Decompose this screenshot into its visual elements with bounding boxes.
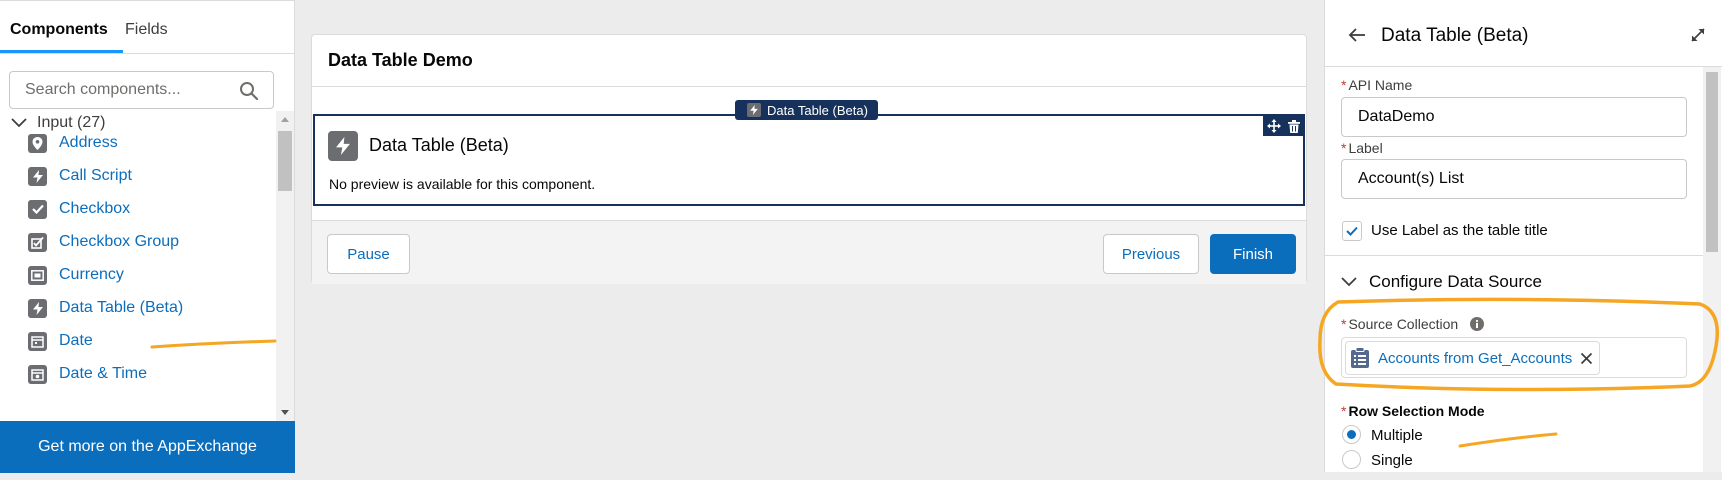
list-item-call-script[interactable]: Call Script: [28, 163, 132, 189]
list-item-data-table[interactable]: Data Table (Beta): [28, 295, 183, 321]
collection-icon: [1351, 347, 1369, 368]
lightning-icon: [28, 166, 47, 186]
previous-button[interactable]: Previous: [1103, 234, 1199, 274]
search-input[interactable]: [10, 72, 220, 108]
active-tab-indicator: [0, 50, 123, 53]
component-palette: Components Fields Input (27) Address: [0, 0, 295, 473]
screen-canvas: Data Table Demo Data Table (Beta) Data T…: [311, 34, 1307, 284]
source-collection-label: * Source Collection: [1341, 316, 1485, 332]
radio-single-label: Single: [1371, 452, 1413, 469]
divider: [312, 86, 1306, 87]
move-icon[interactable]: [1266, 119, 1281, 133]
configure-data-source-section[interactable]: Configure Data Source: [1341, 272, 1542, 292]
location-pin-icon: [28, 133, 47, 153]
list-item-date-time[interactable]: Date & Time: [28, 361, 147, 387]
component-list: Input (27) Address Call Script Checkbox …: [0, 111, 276, 421]
list-item-currency[interactable]: Currency: [28, 262, 124, 288]
info-icon[interactable]: [1470, 317, 1485, 331]
api-name-label: * API Name: [1341, 77, 1413, 93]
panel-header: Data Table (Beta): [1325, 0, 1722, 67]
currency-icon: [28, 265, 47, 285]
check-icon: [1346, 226, 1358, 236]
list-item-checkbox-group[interactable]: Checkbox Group: [28, 229, 179, 255]
pause-button[interactable]: Pause: [327, 234, 410, 274]
scroll-down-icon[interactable]: [276, 408, 294, 418]
tab-components[interactable]: Components: [10, 21, 108, 39]
finish-button[interactable]: Finish: [1210, 234, 1296, 274]
screen-footer: Pause Previous Finish: [312, 221, 1306, 284]
lightning-icon: [28, 298, 47, 318]
panel-title: Data Table (Beta): [1381, 25, 1529, 46]
screen-title: Data Table Demo: [328, 50, 473, 70]
radio-multiple-label: Multiple: [1371, 427, 1423, 444]
search-icon[interactable]: [239, 81, 259, 101]
label-label: * Label: [1341, 140, 1383, 156]
component-type-tag: Data Table (Beta): [735, 100, 878, 120]
scroll-up-icon[interactable]: [276, 114, 294, 124]
component-search: [9, 71, 274, 109]
component-toolbar: [1263, 116, 1303, 136]
list-item-address[interactable]: Address: [28, 130, 118, 156]
lightning-icon: [747, 103, 761, 117]
use-label-checkbox[interactable]: [1342, 221, 1362, 241]
label-field[interactable]: Account(s) List: [1341, 159, 1687, 199]
properties-panel: Data Table (Beta) * API Name DataDemo * La…: [1324, 0, 1722, 472]
expand-icon[interactable]: [1690, 27, 1706, 43]
row-selection-label: * Row Selection Mode: [1341, 403, 1485, 419]
radio-selected-dot: [1347, 430, 1356, 439]
palette-scrollbar[interactable]: [276, 111, 294, 421]
divider: [1325, 255, 1703, 256]
close-icon[interactable]: [1580, 352, 1593, 365]
source-collection-pill[interactable]: Accounts from Get_Accounts: [1345, 341, 1601, 375]
panel-scrollbar[interactable]: [1703, 67, 1721, 472]
list-item-date[interactable]: Date: [28, 328, 93, 354]
checkbox-icon: [28, 199, 47, 219]
radio-single[interactable]: [1342, 450, 1361, 469]
component-title: Data Table (Beta): [369, 135, 509, 155]
preview-note: No preview is available for this compone…: [329, 176, 596, 192]
chevron-down-icon: [1341, 277, 1357, 287]
lightning-icon: [328, 131, 358, 161]
scrollbar-thumb[interactable]: [278, 131, 292, 191]
delete-icon[interactable]: [1287, 119, 1300, 133]
selected-component[interactable]: Data Table (Beta) Data Table (Beta) No p…: [313, 100, 1305, 206]
radio-multiple[interactable]: [1342, 425, 1361, 444]
source-collection-field[interactable]: Accounts from Get_Accounts: [1341, 337, 1687, 378]
checkbox-group-icon: [28, 232, 47, 252]
tab-fields[interactable]: Fields: [125, 21, 168, 39]
appexchange-button[interactable]: Get more on the AppExchange: [0, 421, 295, 473]
chevron-down-icon: [11, 118, 27, 128]
back-arrow-icon[interactable]: [1348, 27, 1366, 43]
calendar-clock-icon: [28, 364, 47, 384]
palette-tabs: Components Fields: [0, 1, 294, 54]
scrollbar-thumb[interactable]: [1706, 72, 1718, 252]
use-label-checkbox-label: Use Label as the table title: [1371, 222, 1548, 239]
list-item-checkbox[interactable]: Checkbox: [28, 196, 130, 222]
calendar-icon: [28, 331, 47, 351]
api-name-field[interactable]: DataDemo: [1341, 97, 1687, 137]
